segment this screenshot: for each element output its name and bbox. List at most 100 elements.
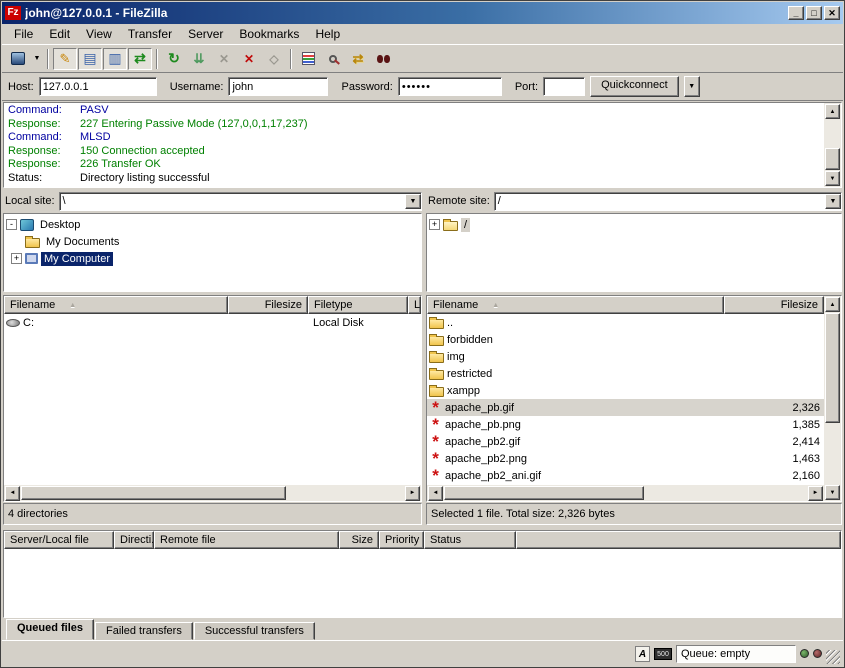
remote-vertical-scrollbar[interactable]: ▲ ▼ xyxy=(824,296,841,501)
log-line: Status:Directory listing successful xyxy=(8,172,820,186)
toggle-message-log-button[interactable]: ✎ xyxy=(53,48,77,70)
port-label: Port: xyxy=(515,81,538,93)
password-input[interactable] xyxy=(398,77,502,96)
quickconnect-button[interactable]: Quickconnect xyxy=(590,76,679,97)
scrollbar-thumb[interactable] xyxy=(21,486,286,500)
table-row[interactable]: restricted xyxy=(427,365,824,382)
menu-server[interactable]: Server xyxy=(180,24,231,44)
scrollbar-thumb[interactable] xyxy=(444,486,644,500)
tree-item-my-computer[interactable]: + My Computer xyxy=(6,250,419,267)
column-header-last-modified[interactable]: L xyxy=(408,296,421,314)
data-type-indicator-icon[interactable]: A xyxy=(635,646,650,662)
log-scrollbar[interactable]: ▲ ▼ xyxy=(824,103,841,187)
expand-icon[interactable]: + xyxy=(11,253,22,264)
resize-grip[interactable] xyxy=(826,650,840,664)
queue-body xyxy=(4,549,841,617)
tab-successful-transfers[interactable]: Successful transfers xyxy=(194,622,315,640)
scroll-up-icon[interactable]: ▲ xyxy=(825,297,840,312)
scroll-down-icon[interactable]: ▼ xyxy=(825,485,840,500)
scroll-up-icon[interactable]: ▲ xyxy=(825,104,840,119)
image-file-icon: * xyxy=(429,452,442,466)
binoculars-icon xyxy=(377,55,383,63)
reconnect-button[interactable]: ◇ xyxy=(262,48,286,70)
username-input[interactable] xyxy=(228,77,328,96)
remote-tree-icon: ▥ xyxy=(108,50,121,67)
scroll-right-icon[interactable]: ► xyxy=(808,486,823,501)
column-header-server-local-file[interactable]: Server/Local file xyxy=(4,531,114,549)
tree-item-desktop[interactable]: - Desktop xyxy=(6,216,419,233)
site-manager-button[interactable] xyxy=(6,48,30,70)
disconnect-button[interactable]: ✕ xyxy=(237,48,261,70)
directory-comparison-button[interactable] xyxy=(296,48,320,70)
cancel-operation-button[interactable]: ✕ xyxy=(212,48,236,70)
column-header-filetype[interactable]: Filetype xyxy=(308,296,408,314)
menu-edit[interactable]: Edit xyxy=(41,24,78,44)
local-site-combo[interactable]: \ ▼ xyxy=(59,192,422,211)
maximize-button[interactable]: □ xyxy=(806,6,822,20)
quickconnect-dropdown[interactable]: ▼ xyxy=(684,76,700,97)
table-row[interactable]: C: Local Disk xyxy=(4,314,421,331)
column-header-filesize[interactable]: Filesize xyxy=(228,296,308,314)
tree-item-my-documents[interactable]: My Documents xyxy=(6,233,419,250)
menu-transfer[interactable]: Transfer xyxy=(120,24,180,44)
remote-list-header: Filename ▲ Filesize xyxy=(427,296,824,314)
tree-item-root[interactable]: + / xyxy=(429,216,839,233)
toggle-local-tree-button[interactable]: ▤ xyxy=(78,48,102,70)
column-header-direction[interactable]: Directi... xyxy=(114,531,154,549)
scroll-down-icon[interactable]: ▼ xyxy=(825,171,840,186)
scroll-left-icon[interactable]: ◄ xyxy=(428,486,443,501)
tab-failed-transfers[interactable]: Failed transfers xyxy=(95,622,193,640)
column-header-status[interactable]: Status xyxy=(424,531,516,549)
scrollbar-thumb[interactable] xyxy=(825,313,840,423)
menu-help[interactable]: Help xyxy=(307,24,348,44)
scroll-left-icon[interactable]: ◄ xyxy=(5,486,20,501)
chevron-down-icon[interactable]: ▼ xyxy=(825,194,841,209)
local-list-header: Filename ▲ Filesize Filetype L xyxy=(4,296,421,314)
table-row[interactable]: *apache_pb.png 1,385 xyxy=(427,416,824,433)
remote-horizontal-scrollbar[interactable]: ◄ ► xyxy=(427,485,824,501)
toggle-remote-tree-button[interactable]: ▥ xyxy=(103,48,127,70)
menu-view[interactable]: View xyxy=(78,24,120,44)
chevron-down-icon[interactable]: ▼ xyxy=(405,194,421,209)
my-computer-icon xyxy=(25,253,38,264)
expand-icon[interactable]: + xyxy=(429,219,440,230)
toggle-transfer-queue-button[interactable]: ⇄ xyxy=(128,48,152,70)
image-file-icon: * xyxy=(429,469,442,483)
port-input[interactable] xyxy=(543,77,585,96)
column-header-filename[interactable]: Filename ▲ xyxy=(4,296,228,314)
process-queue-button[interactable]: ⇊ xyxy=(187,48,211,70)
column-header-remote-file[interactable]: Remote file xyxy=(154,531,339,549)
collapse-icon[interactable]: - xyxy=(6,219,17,230)
image-file-icon: * xyxy=(429,435,442,449)
scrollbar-thumb[interactable] xyxy=(825,148,840,170)
table-row[interactable]: xampp xyxy=(427,382,824,399)
column-header-filesize[interactable]: Filesize xyxy=(724,296,824,314)
column-header-size[interactable]: Size xyxy=(339,531,379,549)
filter-button[interactable] xyxy=(321,48,345,70)
table-row[interactable]: forbidden xyxy=(427,331,824,348)
synchronized-browsing-button[interactable]: ⇄ xyxy=(346,48,370,70)
table-row[interactable]: *apache_pb2.gif 2,414 xyxy=(427,433,824,450)
table-row-selected[interactable]: *apache_pb.gif 2,326 xyxy=(427,399,824,416)
menu-bookmarks[interactable]: Bookmarks xyxy=(231,24,307,44)
table-row[interactable]: *apache_pb2_ani.gif 2,160 xyxy=(427,467,824,484)
host-input[interactable] xyxy=(39,77,157,96)
close-button[interactable]: ✕ xyxy=(824,6,840,20)
local-horizontal-scrollbar[interactable]: ◄ ► xyxy=(4,485,421,501)
refresh-button[interactable]: ↻ xyxy=(162,48,186,70)
tab-queued-files[interactable]: Queued files xyxy=(6,619,94,640)
column-header-filename[interactable]: Filename ▲ xyxy=(427,296,724,314)
remote-site-combo[interactable]: / ▼ xyxy=(494,192,842,211)
username-label: Username: xyxy=(170,81,224,93)
table-row[interactable]: img xyxy=(427,348,824,365)
site-manager-dropdown[interactable]: ▼ xyxy=(31,48,43,70)
minimize-button[interactable]: _ xyxy=(788,6,804,20)
menu-file[interactable]: File xyxy=(6,24,41,44)
find-files-button[interactable] xyxy=(371,48,395,70)
table-row[interactable]: .. xyxy=(427,314,824,331)
scroll-right-icon[interactable]: ► xyxy=(405,486,420,501)
column-header-priority[interactable]: Priority xyxy=(379,531,424,549)
speed-limit-icon[interactable]: 500 xyxy=(654,648,672,660)
message-log-panel: Command:PASV Response:227 Entering Passi… xyxy=(3,102,842,188)
table-row[interactable]: *apache_pb2.png 1,463 xyxy=(427,450,824,467)
